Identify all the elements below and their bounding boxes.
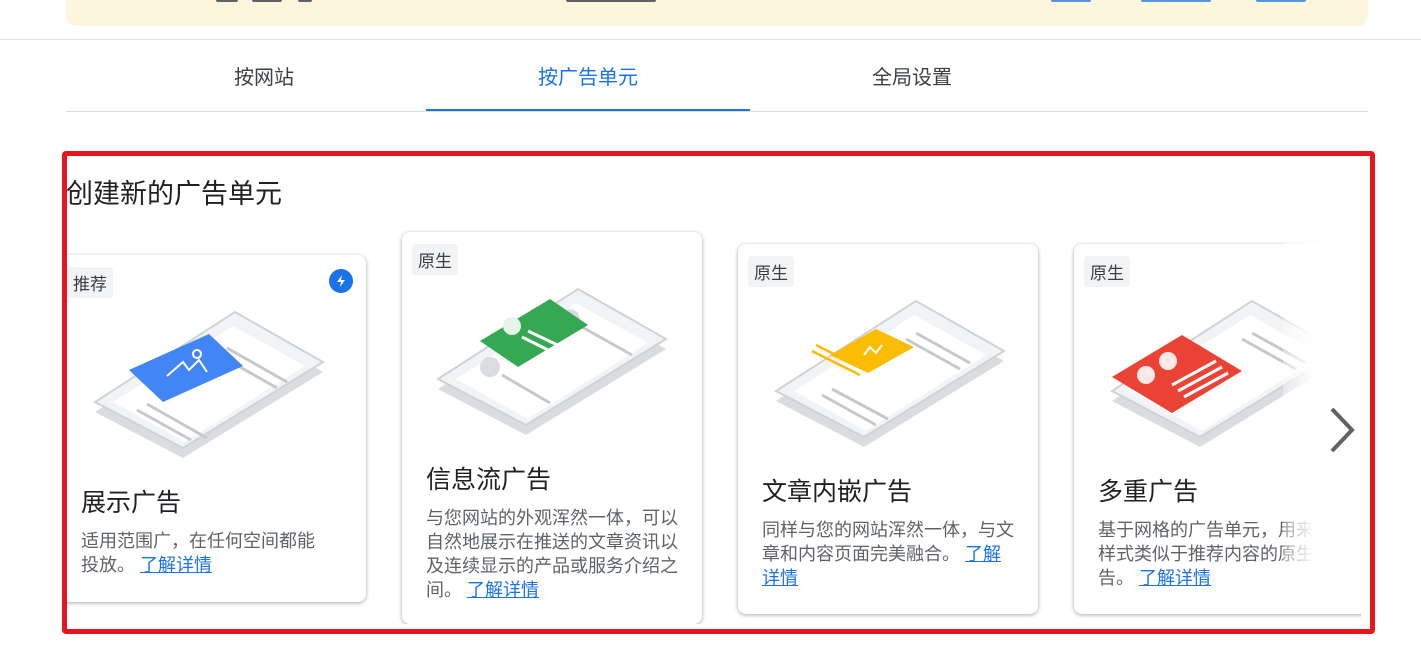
tab-label: 全局设置 [872,67,952,89]
recommended-badge: 推荐 [67,267,113,298]
card-title: 文章内嵌广告 [762,478,913,506]
tab-bar-divider [66,111,1368,112]
notification-banner [66,0,1368,26]
section-title: 创建新的广告单元 [66,179,282,209]
card-title: 展示广告 [81,489,182,517]
in-article-ad-illustration [774,299,1006,447]
tab-global-settings[interactable]: 全局设置 [750,40,1074,111]
card-description: 适用范围广，在任何空间都能投放。 了解详情 [81,529,331,577]
in-feed-ad-illustration [436,287,668,435]
card-description: 同样与您的网站浑然一体，与文章和内容页面完美融合。 了解详情 [762,518,1014,590]
chevron-right-icon [1330,407,1355,453]
learn-more-link[interactable]: 了解详情 [467,580,539,600]
card-in-feed-ad[interactable]: 原生 信息流广告 与您网站的外观浑然一体，可以自然地展示在推送的文章资讯以及连续… [402,232,702,624]
card-description: 与您网站的外观浑然一体，可以自然地展示在推送的文章资讯以及连续显示的产品或服务介… [426,506,678,602]
card-title: 多重广告 [1098,478,1199,506]
tab-bar: 按网站 按广告单元 全局设置 [66,40,1368,112]
tab-by-site[interactable]: 按网站 [102,40,426,111]
banner-icon [216,0,238,2]
learn-more-link[interactable]: 了解详情 [1139,568,1211,588]
carousel-next-button[interactable] [1314,398,1368,462]
native-badge: 原生 [748,256,794,287]
banner-text [566,0,656,2]
tab-label: 按网站 [234,67,294,89]
bolt-icon [329,269,353,293]
tab-label: 按广告单元 [538,67,638,89]
card-title: 信息流广告 [426,466,552,494]
card-display-ad[interactable]: 推荐 展示广告 适用范围广，在任何空间都能投放。 了解详情 [67,255,366,602]
banner-icon [298,0,312,2]
display-ad-illustration [93,310,325,458]
card-in-article-ad[interactable]: 原生 文章内嵌广告 同样与您的网站浑然一体，与文章和内容页面完美融合。 了解详情 [738,244,1038,614]
banner-icon [252,0,282,2]
tab-by-ad-unit[interactable]: 按广告单元 [426,40,750,112]
banner-link[interactable] [1051,0,1091,2]
banner-link[interactable] [1141,0,1211,2]
description-text: 与您网站的外观浑然一体，可以自然地展示在推送的文章资讯以及连续显示的产品或服务介… [426,508,678,600]
ad-unit-carousel: 推荐 展示广告 适用范围广，在任何空间都能投放。 了解详情 原生 信息流广告 与… [67,230,1361,624]
banner-link[interactable] [1256,0,1306,2]
native-badge: 原生 [412,244,458,275]
native-badge: 原生 [1084,256,1130,287]
learn-more-link[interactable]: 了解详情 [140,555,212,575]
